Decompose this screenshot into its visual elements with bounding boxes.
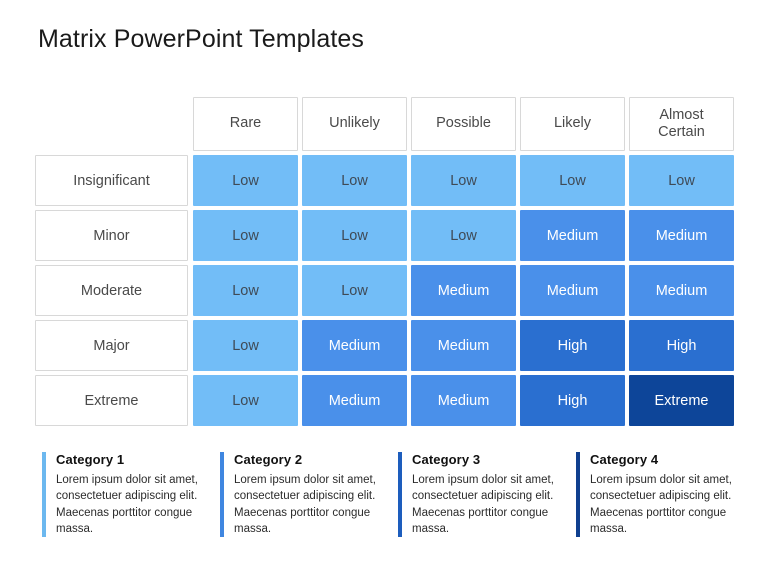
row-header-insignificant[interactable]: Insignificant — [35, 155, 188, 206]
matrix-cell[interactable]: Low — [302, 210, 407, 261]
matrix-cell[interactable]: Low — [629, 155, 734, 206]
category-text: Lorem ipsum dolor sit amet, consectetuer… — [590, 474, 732, 535]
matrix-cell[interactable]: Medium — [629, 265, 734, 316]
matrix-cell[interactable]: Medium — [411, 375, 516, 426]
matrix-cell[interactable]: Low — [193, 210, 298, 261]
risk-matrix: Rare Unlikely Possible Likely Almost Cer… — [35, 97, 734, 426]
matrix-cell[interactable]: Low — [193, 155, 298, 206]
row-header-major[interactable]: Major — [35, 320, 188, 371]
matrix-corner-cell — [35, 97, 188, 151]
matrix-cell[interactable]: Low — [411, 155, 516, 206]
row-header-minor[interactable]: Minor — [35, 210, 188, 261]
category-title: Category 1 — [56, 452, 125, 467]
category-title: Category 3 — [412, 452, 481, 467]
row-header-moderate[interactable]: Moderate — [35, 265, 188, 316]
matrix-cell[interactable]: High — [629, 320, 734, 371]
matrix-cell[interactable]: Low — [302, 155, 407, 206]
matrix-cell[interactable]: Medium — [411, 320, 516, 371]
matrix-row: Major Low Medium Medium High High — [35, 320, 734, 371]
page-title: Matrix PowerPoint Templates — [38, 25, 364, 53]
column-header-unlikely[interactable]: Unlikely — [302, 97, 407, 151]
matrix-cell[interactable]: Low — [520, 155, 625, 206]
matrix-cell[interactable]: Medium — [411, 265, 516, 316]
matrix-row: Extreme Low Medium Medium High Extreme — [35, 375, 734, 426]
matrix-cell[interactable]: Medium — [520, 265, 625, 316]
category-card-3[interactable]: Category 3 Lorem ipsum dolor sit amet, c… — [398, 452, 554, 538]
category-accent-bar — [42, 452, 46, 538]
matrix-cell[interactable]: Medium — [520, 210, 625, 261]
slide: Matrix PowerPoint Templates Rare Unlikel… — [0, 0, 768, 576]
category-card-4[interactable]: Category 4 Lorem ipsum dolor sit amet, c… — [576, 452, 732, 538]
column-header-almost-certain[interactable]: Almost Certain — [629, 97, 734, 151]
category-accent-bar — [576, 452, 580, 538]
matrix-cell[interactable]: Low — [411, 210, 516, 261]
category-accent-bar — [220, 452, 224, 538]
matrix-cell[interactable]: Low — [193, 320, 298, 371]
matrix-cell[interactable]: High — [520, 320, 625, 371]
category-text: Lorem ipsum dolor sit amet, consectetuer… — [412, 474, 554, 535]
column-header-possible[interactable]: Possible — [411, 97, 516, 151]
category-accent-bar — [398, 452, 402, 538]
category-title: Category 2 — [234, 452, 303, 467]
matrix-cell[interactable]: Low — [193, 265, 298, 316]
row-header-extreme[interactable]: Extreme — [35, 375, 188, 426]
category-cards: Category 1 Lorem ipsum dolor sit amet, c… — [42, 452, 732, 538]
matrix-cell[interactable]: High — [520, 375, 625, 426]
matrix-row: Moderate Low Low Medium Medium Medium — [35, 265, 734, 316]
category-text: Lorem ipsum dolor sit amet, consectetuer… — [234, 474, 376, 535]
matrix-cell[interactable]: Low — [193, 375, 298, 426]
category-card-body: Category 4 Lorem ipsum dolor sit amet, c… — [590, 452, 732, 537]
category-card-body: Category 3 Lorem ipsum dolor sit amet, c… — [412, 452, 554, 537]
matrix-cell[interactable]: Medium — [629, 210, 734, 261]
matrix-cell[interactable]: Low — [302, 265, 407, 316]
column-header-likely[interactable]: Likely — [520, 97, 625, 151]
column-header-rare[interactable]: Rare — [193, 97, 298, 151]
category-text: Lorem ipsum dolor sit amet, consectetuer… — [56, 474, 198, 535]
matrix-row: Insignificant Low Low Low Low Low — [35, 155, 734, 206]
matrix-cell[interactable]: Medium — [302, 375, 407, 426]
category-card-body: Category 1 Lorem ipsum dolor sit amet, c… — [56, 452, 198, 537]
matrix-cell[interactable]: Extreme — [629, 375, 734, 426]
matrix-row: Minor Low Low Low Medium Medium — [35, 210, 734, 261]
matrix-cell[interactable]: Medium — [302, 320, 407, 371]
category-card-2[interactable]: Category 2 Lorem ipsum dolor sit amet, c… — [220, 452, 376, 538]
category-card-body: Category 2 Lorem ipsum dolor sit amet, c… — [234, 452, 376, 537]
matrix-header-row: Rare Unlikely Possible Likely Almost Cer… — [35, 97, 734, 151]
category-title: Category 4 — [590, 452, 659, 467]
category-card-1[interactable]: Category 1 Lorem ipsum dolor sit amet, c… — [42, 452, 198, 538]
